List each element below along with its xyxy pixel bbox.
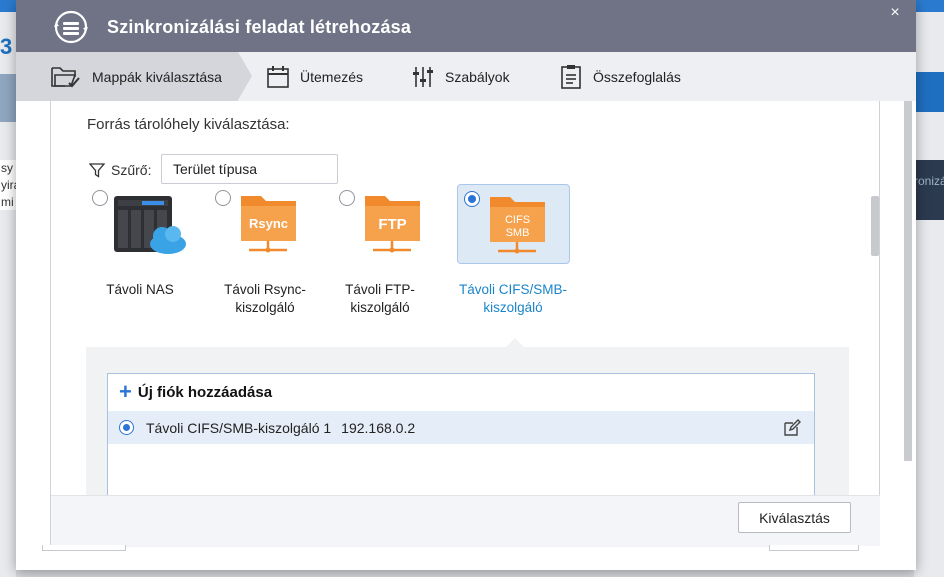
filter-icon <box>89 163 105 178</box>
add-account-label: Új fiók hozzáadása <box>137 383 273 401</box>
cifs-icon-text: CIFS <box>505 214 530 226</box>
account-ip: 192.168.0.2 <box>341 419 416 436</box>
background-button-right <box>769 545 859 551</box>
sync-task-dialog: Szinkronizálási feladat létrehozása × Ma… <box>16 0 916 570</box>
plus-icon: + <box>119 379 132 404</box>
rsync-folder-icon: Rsync <box>241 196 296 253</box>
option-label-remote-nas: Távoli NAS <box>106 282 174 297</box>
dialog-scrollbar[interactable] <box>904 101 912 461</box>
sync-app-icon <box>54 10 88 44</box>
calendar-icon <box>267 65 289 88</box>
add-account-button[interactable]: + Új fiók hozzáadása <box>108 374 814 410</box>
background-right-block <box>914 72 944 112</box>
option-radio[interactable] <box>215 190 231 206</box>
option-remote-cifs-smb[interactable]: CIFS SMB <box>457 184 570 264</box>
sliders-icon <box>413 66 433 87</box>
section-title: Forrás tárolóhely kiválasztása: <box>87 116 290 133</box>
dialog-titlebar: Szinkronizálási feladat létrehozása × <box>16 0 916 52</box>
filter-label: Szűrő: <box>111 162 152 178</box>
folder-check-icon <box>51 66 80 87</box>
account-radio-selected[interactable] <box>119 420 134 435</box>
filter-dropdown[interactable]: Terület típusa <box>161 154 338 184</box>
nas-cloud-icon <box>114 196 186 254</box>
option-remote-ftp[interactable]: FTP <box>333 184 445 264</box>
step-label: Összefoglalás <box>593 68 681 85</box>
source-selection-panel: Forrás tárolóhely kiválasztása: Szűrő: T… <box>50 101 880 547</box>
wizard-steps: Mappák kiválasztása Ütemezés Szabályok Ö… <box>16 52 916 101</box>
step-schedule[interactable]: Ütemezés <box>266 52 363 101</box>
option-remote-nas[interactable] <box>86 184 198 264</box>
rsync-icon-text: Rsync <box>249 216 288 231</box>
step-folder-selection[interactable]: Mappák kiválasztása <box>16 52 252 101</box>
dialog-title: Szinkronizálási feladat létrehozása <box>107 17 412 37</box>
background-right-panel: ronizá <box>914 12 944 577</box>
background-button-left <box>42 545 126 551</box>
options-scrollbar[interactable] <box>871 196 879 256</box>
step-label: Ütemezés <box>300 68 364 85</box>
option-label-remote-rsync: Távoli Rsync-kiszolgáló <box>224 282 306 315</box>
step-label: Mappák kiválasztása <box>92 68 222 85</box>
edit-icon[interactable] <box>783 419 801 437</box>
background-left-digit: 3 <box>0 34 13 59</box>
step-label: Szabályok <box>445 68 510 85</box>
cifs-smb-folder-icon: CIFS SMB <box>490 197 545 254</box>
close-icon[interactable]: × <box>887 5 903 21</box>
option-label-remote-cifs-smb: Távoli CIFS/SMB-kiszolgáló <box>458 282 567 315</box>
ftp-folder-icon: FTP <box>365 196 420 253</box>
ftp-icon-text: FTP <box>378 216 406 233</box>
option-label-remote-ftp: Távoli FTP-kiszolgáló <box>345 282 415 315</box>
clipboard-icon <box>561 64 581 89</box>
step-rules[interactable]: Szabályok <box>411 52 510 101</box>
dialog-footer: Kiválasztás <box>51 495 880 546</box>
background-left-panel: 3 sy yira mi <box>0 12 16 577</box>
option-remote-rsync[interactable]: Rsync <box>209 184 321 264</box>
background-left-block <box>0 74 16 122</box>
select-button[interactable]: Kiválasztás <box>738 502 851 533</box>
background-right-text: ronizá <box>914 160 944 220</box>
account-name: Távoli CIFS/SMB-kiszolgáló 1 <box>146 419 332 436</box>
background-left-text: sy yira mi <box>0 160 16 210</box>
option-radio-selected[interactable] <box>464 191 480 207</box>
option-radio[interactable] <box>339 190 355 206</box>
step-summary[interactable]: Összefoglalás <box>559 52 681 101</box>
account-list-item[interactable]: Távoli CIFS/SMB-kiszolgáló 1 192.168.0.2 <box>108 411 814 444</box>
option-radio[interactable] <box>92 190 108 206</box>
smb-icon-text: SMB <box>506 227 530 239</box>
